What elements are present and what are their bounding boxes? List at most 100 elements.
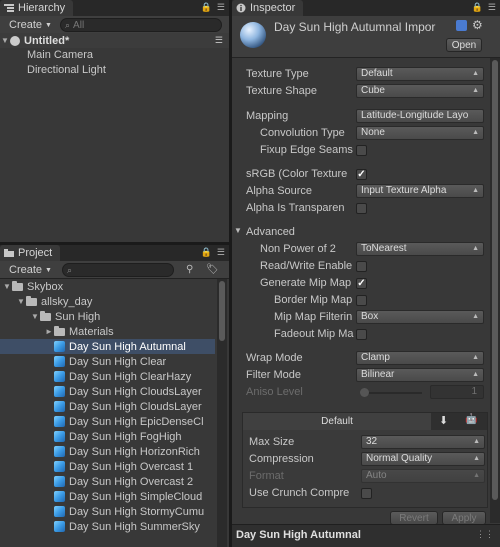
project-tab[interactable]: Project bbox=[0, 245, 61, 261]
android-icon[interactable]: 🤖 bbox=[465, 414, 477, 425]
open-button[interactable]: Open bbox=[446, 38, 482, 52]
project-asset-row[interactable]: Day Sun High StormyCumu bbox=[0, 504, 215, 519]
crunch-label: Use Crunch Compre bbox=[249, 487, 350, 499]
filter-dropdown[interactable]: Bilinear ▲▼ bbox=[356, 368, 484, 382]
inspector-tabbar: Inspector 🔒 ☰ bbox=[232, 0, 500, 16]
filter-by-type-icon[interactable]: ⚲ bbox=[186, 264, 193, 275]
mapping-dropdown[interactable]: Latitude-Longitude Layo bbox=[356, 109, 484, 123]
project-folder-row[interactable]: ▼ Sun High bbox=[0, 309, 215, 324]
scrollbar-thumb[interactable] bbox=[492, 60, 498, 500]
apply-button[interactable]: Apply bbox=[442, 511, 486, 525]
project-search-input[interactable]: ⌕ bbox=[62, 263, 174, 277]
help-icon[interactable] bbox=[456, 20, 467, 31]
fold-arrow-icon[interactable]: ► bbox=[44, 327, 54, 336]
gear-icon[interactable]: ⚙ bbox=[472, 18, 483, 32]
panel-menu-icon[interactable]: ☰ bbox=[217, 247, 225, 258]
aniso-value-field[interactable]: 1 bbox=[430, 385, 484, 399]
project-folder-row[interactable]: ▼ Skybox bbox=[0, 279, 215, 294]
project-asset-row[interactable]: Day Sun High SummerSky bbox=[0, 519, 215, 534]
platform-tab-default[interactable]: Default bbox=[243, 413, 431, 430]
bordermip-checkbox[interactable] bbox=[356, 295, 367, 306]
project-asset-row[interactable]: Day Sun High CloudsLayer bbox=[0, 399, 215, 414]
project-asset-row[interactable]: Day Sun High ClearHazy bbox=[0, 369, 215, 384]
scrollbar-thumb[interactable] bbox=[219, 281, 225, 341]
texture-type-dropdown[interactable]: Default ▲▼ bbox=[356, 67, 484, 81]
project-asset-row[interactable]: Day Sun High EpicDenseCl bbox=[0, 414, 215, 429]
dropdown-arrow-icon: ▲▼ bbox=[472, 313, 479, 320]
project-scrollbar[interactable] bbox=[217, 279, 227, 547]
hierarchy-item-main-camera[interactable]: Main Camera bbox=[0, 47, 229, 62]
project-asset-row[interactable]: Day Sun High Autumnal bbox=[0, 339, 215, 354]
bordermip-label: Border Mip Map bbox=[274, 294, 353, 306]
download-icon[interactable]: ⬇ bbox=[439, 414, 448, 427]
project-create-button[interactable]: Create ▼ bbox=[6, 262, 55, 278]
revert-button[interactable]: Revert bbox=[390, 511, 438, 525]
chevron-down-icon: ▼ bbox=[45, 21, 52, 29]
project-tree: ▼ Skybox ▼ allsky_day ▼ Sun High ► Materials Day… bbox=[0, 279, 215, 547]
inspector-scrollbar[interactable] bbox=[490, 58, 500, 523]
inspector-tab[interactable]: Inspector bbox=[232, 0, 304, 16]
preview-footer[interactable]: Day Sun High Autumnal ⋮⋮ bbox=[232, 524, 500, 547]
format-dropdown[interactable]: Auto ▲▼ bbox=[361, 469, 485, 483]
lock-icon[interactable]: 🔒 bbox=[201, 2, 212, 13]
wrap-row: Wrap Mode Clamp ▲▼ bbox=[232, 350, 490, 367]
crunch-checkbox[interactable] bbox=[361, 488, 372, 499]
project-asset-row[interactable]: Day Sun High CloudsLayer bbox=[0, 384, 215, 399]
project-asset-row[interactable]: Day Sun High Overcast 1 bbox=[0, 459, 215, 474]
dropdown-value: Latitude-Longitude Layo bbox=[361, 110, 469, 121]
fadeout-checkbox[interactable] bbox=[356, 329, 367, 340]
fold-arrow-icon[interactable]: ▼ bbox=[2, 282, 12, 291]
dropdown-arrow-icon: ▲▼ bbox=[472, 245, 479, 252]
maxsize-dropdown[interactable]: 32 ▲▼ bbox=[361, 435, 485, 449]
cubemap-icon bbox=[54, 341, 65, 352]
tree-item-label: Day Sun High Clear bbox=[69, 355, 167, 368]
texture-shape-dropdown[interactable]: Cube ▲▼ bbox=[356, 84, 484, 98]
project-folder-row[interactable]: ► Materials bbox=[0, 324, 215, 339]
filter-by-label-icon[interactable]: 🏷 bbox=[206, 264, 219, 275]
dropdown-arrow-icon: ▲▼ bbox=[472, 354, 479, 361]
aniso-slider-thumb[interactable] bbox=[360, 388, 369, 397]
folder-icon bbox=[4, 248, 14, 258]
convolution-dropdown[interactable]: None ▲▼ bbox=[356, 126, 484, 140]
aniso-slider-track[interactable] bbox=[362, 392, 422, 394]
scene-menu-icon[interactable]: ☰ bbox=[215, 35, 223, 46]
npot-label: Non Power of 2 bbox=[260, 243, 336, 255]
hierarchy-create-button[interactable]: Create ▼ bbox=[6, 17, 55, 33]
project-folder-row[interactable]: ▼ allsky_day bbox=[0, 294, 215, 309]
hierarchy-tab[interactable]: Hierarchy bbox=[0, 0, 74, 16]
readwrite-checkbox[interactable] bbox=[356, 261, 367, 272]
lock-icon[interactable]: 🔒 bbox=[472, 2, 483, 13]
dropdown-value: ToNearest bbox=[361, 243, 407, 254]
drag-handle-icon[interactable]: ⋮⋮ bbox=[476, 529, 494, 540]
fold-arrow-icon[interactable]: ▼ bbox=[16, 297, 26, 306]
scene-row[interactable]: ▼ Untitled* ☰ bbox=[0, 33, 229, 48]
fold-arrow-icon[interactable]: ▼ bbox=[0, 36, 10, 45]
mipfilter-dropdown[interactable]: Box ▲▼ bbox=[356, 310, 484, 324]
dropdown-arrow-icon: ▲▼ bbox=[472, 87, 479, 94]
cubemap-icon bbox=[54, 461, 65, 472]
genmip-checkbox[interactable]: ✓ bbox=[356, 278, 367, 289]
lock-icon[interactable]: 🔒 bbox=[201, 247, 212, 258]
cubemap-icon bbox=[54, 446, 65, 457]
advanced-foldout[interactable]: ▼ Advanced bbox=[232, 224, 490, 241]
fold-arrow-icon[interactable]: ▼ bbox=[30, 312, 40, 321]
panel-menu-icon[interactable]: ☰ bbox=[488, 2, 496, 13]
project-asset-row[interactable]: Day Sun High SimpleCloud bbox=[0, 489, 215, 504]
hierarchy-item-directional-light[interactable]: Directional Light bbox=[0, 62, 229, 77]
npot-dropdown[interactable]: ToNearest ▲▼ bbox=[356, 242, 484, 256]
alpha-transparency-checkbox[interactable] bbox=[356, 203, 367, 214]
project-asset-row[interactable]: Day Sun High FogHigh bbox=[0, 429, 215, 444]
project-asset-row[interactable]: Day Sun High Overcast 2 bbox=[0, 474, 215, 489]
apply-label: Apply bbox=[451, 512, 477, 524]
panel-menu-icon[interactable]: ☰ bbox=[217, 2, 225, 13]
info-icon bbox=[236, 3, 246, 13]
fixup-checkbox[interactable] bbox=[356, 145, 367, 156]
alpha-source-dropdown[interactable]: Input Texture Alpha ▲▼ bbox=[356, 184, 484, 198]
wrap-dropdown[interactable]: Clamp ▲▼ bbox=[356, 351, 484, 365]
compression-dropdown[interactable]: Normal Quality ▲▼ bbox=[361, 452, 485, 466]
srgb-checkbox[interactable]: ✓ bbox=[356, 169, 367, 180]
hierarchy-search-input[interactable]: ⌕ All bbox=[60, 18, 222, 32]
project-asset-row[interactable]: Day Sun High Clear bbox=[0, 354, 215, 369]
tree-item-label: Day Sun High SummerSky bbox=[69, 520, 200, 533]
project-asset-row[interactable]: Day Sun High HorizonRich bbox=[0, 444, 215, 459]
